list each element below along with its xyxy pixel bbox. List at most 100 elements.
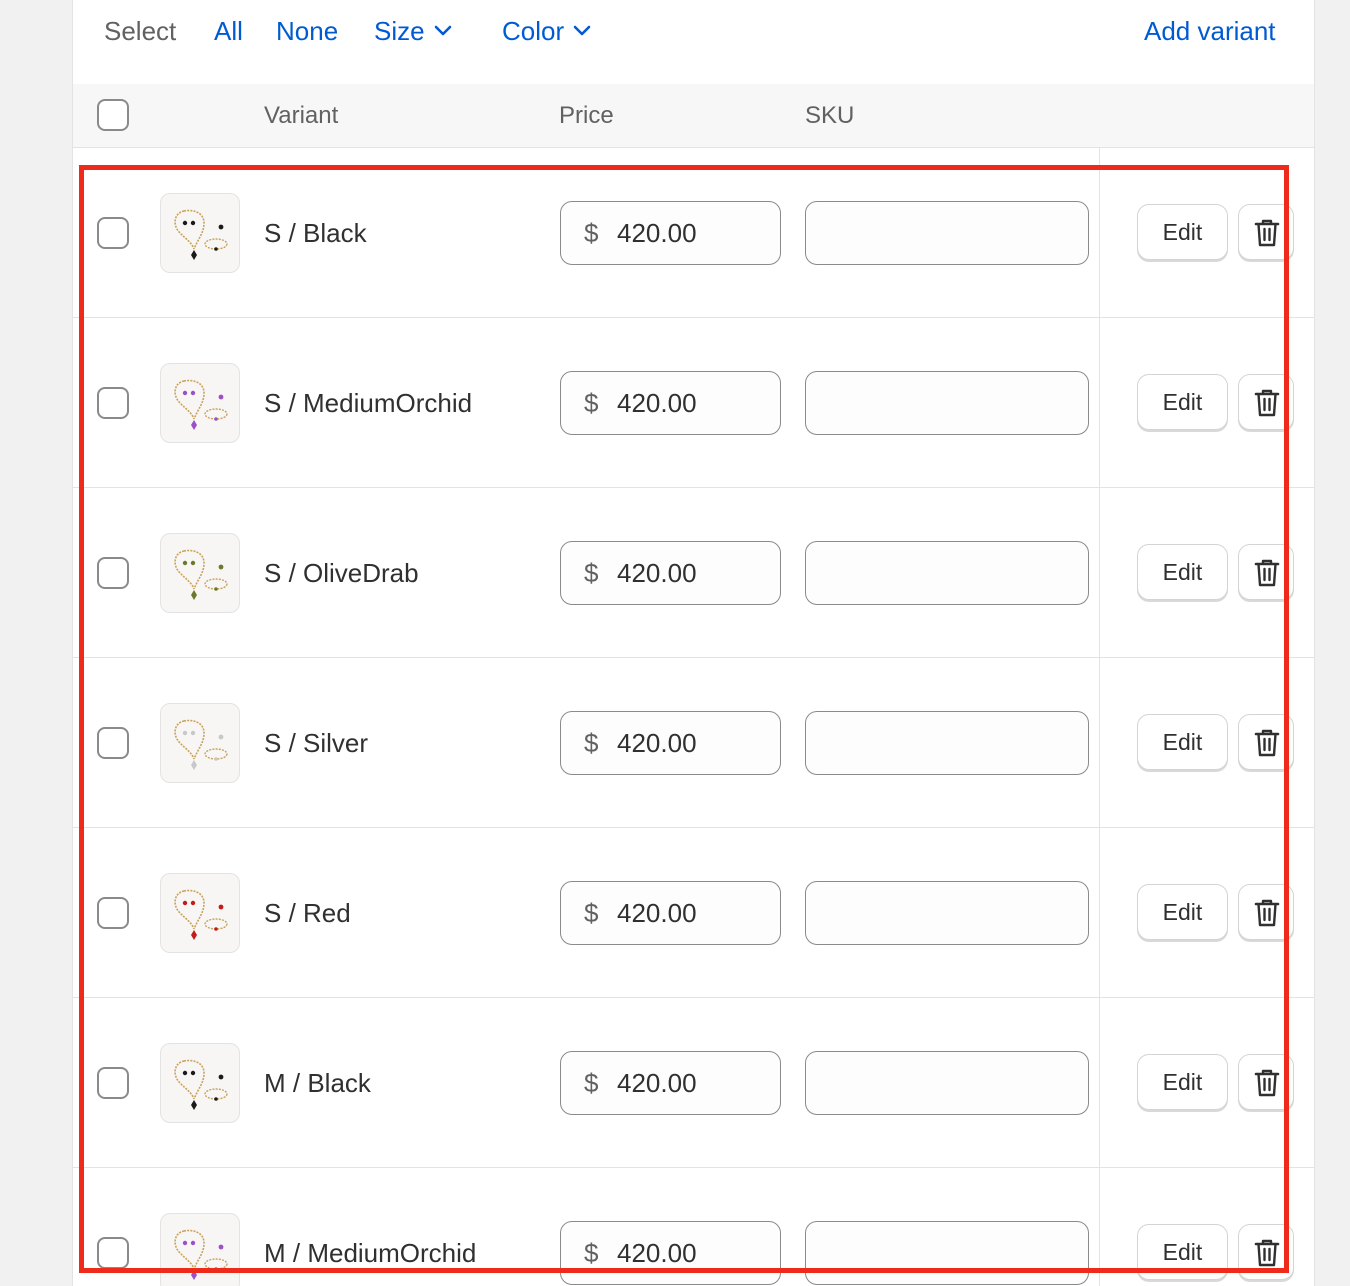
row-checkbox[interactable] <box>97 387 129 419</box>
select-all-checkbox[interactable] <box>97 99 129 131</box>
jewelry-image <box>174 1059 228 1110</box>
trash-icon <box>1254 559 1280 587</box>
table-row: S / OliveDrab $ 420.00 Edit <box>73 488 1314 658</box>
price-input[interactable]: $ 420.00 <box>560 541 781 605</box>
size-filter-dropdown[interactable]: Size <box>374 14 453 48</box>
color-filter-label: Color <box>502 16 565 46</box>
column-divider <box>1099 488 1100 657</box>
column-divider <box>1099 998 1100 1167</box>
variant-name: S / Red <box>264 898 351 928</box>
variant-thumbnail[interactable] <box>160 703 240 783</box>
delete-button[interactable] <box>1238 714 1294 770</box>
variant-name: S / Silver <box>264 728 369 758</box>
size-filter-label: Size <box>374 16 425 46</box>
sku-input[interactable] <box>805 711 1089 775</box>
price-value: 420.00 <box>617 1068 697 1098</box>
variant-thumbnail[interactable] <box>160 1043 240 1123</box>
edit-button[interactable]: Edit <box>1137 374 1228 430</box>
sku-input[interactable] <box>805 201 1089 265</box>
sku-input[interactable] <box>805 1221 1089 1285</box>
variant-toolbar: Select All None Size Color Add variant <box>73 0 1314 84</box>
edit-button[interactable]: Edit <box>1137 714 1228 770</box>
variant-thumbnail[interactable] <box>160 193 240 273</box>
column-divider <box>1099 148 1100 317</box>
variant-name: S / OliveDrab <box>264 558 419 588</box>
price-value: 420.00 <box>617 728 697 758</box>
currency-symbol: $ <box>584 1068 599 1098</box>
select-all-link[interactable]: All <box>214 14 243 48</box>
currency-symbol: $ <box>584 898 599 928</box>
price-value: 420.00 <box>617 1238 697 1268</box>
row-checkbox[interactable] <box>97 1067 129 1099</box>
edit-button[interactable]: Edit <box>1137 204 1228 260</box>
table-row: S / Red $ 420.00 Edit <box>73 828 1314 998</box>
variant-thumbnail[interactable] <box>160 1213 240 1286</box>
price-value: 420.00 <box>617 388 697 418</box>
chevron-down-icon <box>573 25 591 36</box>
row-checkbox[interactable] <box>97 897 129 929</box>
jewelry-image <box>174 1229 228 1280</box>
jewelry-image <box>174 719 228 770</box>
price-input[interactable]: $ 420.00 <box>560 1221 781 1285</box>
variant-name: S / MediumOrchid <box>264 388 473 418</box>
trash-icon <box>1254 729 1280 757</box>
table-row: M / MediumOrchid $ 420.00 Edit <box>73 1168 1314 1286</box>
price-input[interactable]: $ 420.00 <box>560 711 781 775</box>
price-input[interactable]: $ 420.00 <box>560 1051 781 1115</box>
trash-icon <box>1254 899 1280 927</box>
table-row: S / MediumOrchid $ 420.00 Edit <box>73 318 1314 488</box>
edit-button[interactable]: Edit <box>1137 544 1228 600</box>
column-divider <box>1099 318 1100 487</box>
trash-icon <box>1254 1069 1280 1097</box>
jewelry-image <box>174 549 228 600</box>
jewelry-image <box>174 209 228 260</box>
table-row: M / Black $ 420.00 Edit <box>73 998 1314 1168</box>
trash-icon <box>1254 1239 1280 1267</box>
row-checkbox[interactable] <box>97 557 129 589</box>
row-checkbox[interactable] <box>97 217 129 249</box>
trash-icon <box>1254 219 1280 247</box>
sku-input[interactable] <box>805 881 1089 945</box>
variant-thumbnail[interactable] <box>160 533 240 613</box>
price-input[interactable]: $ 420.00 <box>560 201 781 265</box>
table-header: Variant Price SKU <box>73 84 1314 148</box>
trash-icon <box>1254 389 1280 417</box>
table-row: S / Black $ 420.00 Edit <box>73 148 1314 318</box>
price-input[interactable]: $ 420.00 <box>560 881 781 945</box>
color-filter-dropdown[interactable]: Color <box>502 14 592 48</box>
variant-column-header: Variant <box>264 102 339 129</box>
select-label: Select <box>104 16 177 46</box>
column-divider <box>1099 658 1100 827</box>
jewelry-image <box>174 379 228 430</box>
variant-name: S / Black <box>264 218 367 248</box>
price-input[interactable]: $ 420.00 <box>560 371 781 435</box>
delete-button[interactable] <box>1238 1224 1294 1280</box>
delete-button[interactable] <box>1238 544 1294 600</box>
row-checkbox[interactable] <box>97 1237 129 1269</box>
delete-button[interactable] <box>1238 884 1294 940</box>
sku-input[interactable] <box>805 371 1089 435</box>
price-value: 420.00 <box>617 898 697 928</box>
edit-button[interactable]: Edit <box>1137 1054 1228 1110</box>
select-none-link[interactable]: None <box>276 14 338 48</box>
chevron-down-icon <box>434 25 451 36</box>
row-checkbox[interactable] <box>97 727 129 759</box>
variant-rows: S / Black $ 420.00 Edit S / MediumOrchid… <box>73 148 1314 1286</box>
add-variant-link[interactable]: Add variant <box>1144 14 1276 48</box>
currency-symbol: $ <box>584 728 599 758</box>
column-divider <box>1099 1168 1100 1286</box>
price-column-header: Price <box>559 102 614 129</box>
variant-thumbnail[interactable] <box>160 873 240 953</box>
edit-button[interactable]: Edit <box>1137 884 1228 940</box>
delete-button[interactable] <box>1238 204 1294 260</box>
currency-symbol: $ <box>584 218 599 248</box>
variant-thumbnail[interactable] <box>160 363 240 443</box>
sku-input[interactable] <box>805 541 1089 605</box>
sku-input[interactable] <box>805 1051 1089 1115</box>
delete-button[interactable] <box>1238 374 1294 430</box>
price-value: 420.00 <box>617 218 697 248</box>
edit-button[interactable]: Edit <box>1137 1224 1228 1280</box>
delete-button[interactable] <box>1238 1054 1294 1110</box>
jewelry-image <box>174 889 228 940</box>
currency-symbol: $ <box>584 558 599 588</box>
